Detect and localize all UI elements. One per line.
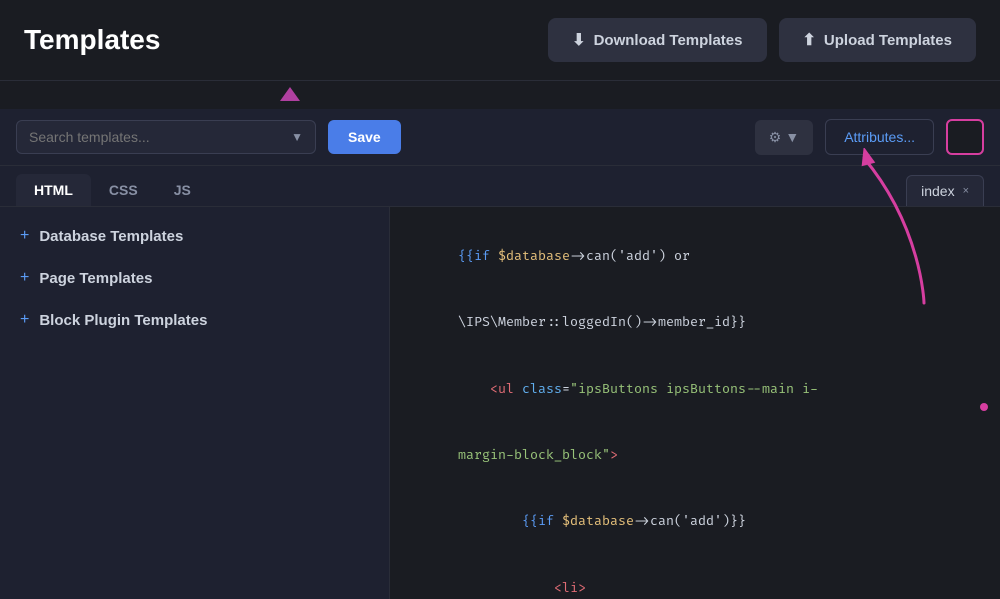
code-line-6: <li> [410,554,980,599]
gear-button[interactable]: ⚙ ▼ [755,120,813,155]
code-token [458,580,554,596]
upload-label: Upload Templates [824,32,952,49]
sidebar-label-block: Block Plugin Templates [39,312,207,329]
code-token: {{if [458,248,498,264]
code-token: margin-block_block" [458,447,610,463]
code-token: <ul [490,381,514,397]
code-token: = [562,381,570,397]
pink-dot-indicator [980,403,988,411]
top-header: Templates ⬇ Download Templates ⬆ Upload … [0,0,1000,81]
panel-toggle-button[interactable] [946,119,984,155]
tab-js[interactable]: JS [156,174,209,206]
code-token: > [610,447,618,463]
sidebar-item-database-templates[interactable]: + Database Templates [0,215,389,257]
code-token: "ipsButtons ipsButtons--main i- [570,381,818,397]
download-label: Download Templates [594,32,743,49]
code-panel: {{if $database->can('add') or \IPS\Membe… [390,207,1000,599]
plus-icon-database: + [20,227,29,245]
triangle-indicator-row [0,81,1000,109]
attributes-button[interactable]: Attributes... [825,119,934,155]
code-token: {{if [522,513,562,529]
code-token [458,513,522,529]
code-line-3: <ul class="ipsButtons ipsButtons--main i… [410,356,980,422]
plus-icon-block: + [20,311,29,329]
download-templates-button[interactable]: ⬇ Download Templates [548,18,766,62]
upload-templates-button[interactable]: ⬆ Upload Templates [779,18,977,62]
code-token: class [522,381,562,397]
tab-css[interactable]: CSS [91,174,156,206]
main-content: + Database Templates + Page Templates + … [0,207,1000,599]
code-token: $database [498,248,570,264]
plus-icon-page: + [20,269,29,287]
sidebar: + Database Templates + Page Templates + … [0,207,390,599]
sidebar-label-database: Database Templates [39,228,183,245]
header-buttons: ⬇ Download Templates ⬆ Upload Templates [548,18,976,62]
code-token [458,381,490,397]
upload-icon: ⬆ [803,30,816,50]
gear-dropdown-arrow: ▼ [785,129,799,145]
page-title: Templates [24,24,548,56]
code-token: ->can('add')}} [634,513,746,529]
tab-index[interactable]: index × [906,175,984,206]
tabs-row: HTML CSS JS index × [0,166,1000,207]
code-token: <li> [554,580,586,596]
gear-icon: ⚙ [769,129,782,146]
code-token: ->can('add') or [570,248,690,264]
save-button[interactable]: Save [328,120,401,154]
code-token [514,381,522,397]
code-line-5: {{if $database->can('add')}} [410,488,980,554]
code-line-4: margin-block_block"> [410,422,980,488]
sidebar-item-page-templates[interactable]: + Page Templates [0,257,389,299]
sidebar-item-block-plugin-templates[interactable]: + Block Plugin Templates [0,299,389,341]
download-icon: ⬇ [572,30,585,50]
sidebar-label-page: Page Templates [39,270,152,287]
search-container: ▼ [16,120,316,154]
tab-html[interactable]: HTML [16,174,91,206]
tab-close-button[interactable]: × [963,185,969,197]
search-input[interactable] [29,129,283,145]
code-line-1: {{if $database->can('add') or [410,223,980,289]
code-line-2: \IPS\Member::loggedIn()->member_id}} [410,289,980,355]
code-token: $database [562,513,634,529]
code-token: \IPS\Member::loggedIn()->member_id}} [458,314,746,330]
filter-icon[interactable]: ▼ [291,130,303,144]
tab-file-label: index [921,183,954,199]
toolbar-row: ▼ Save ⚙ ▼ Attributes... [0,109,1000,166]
